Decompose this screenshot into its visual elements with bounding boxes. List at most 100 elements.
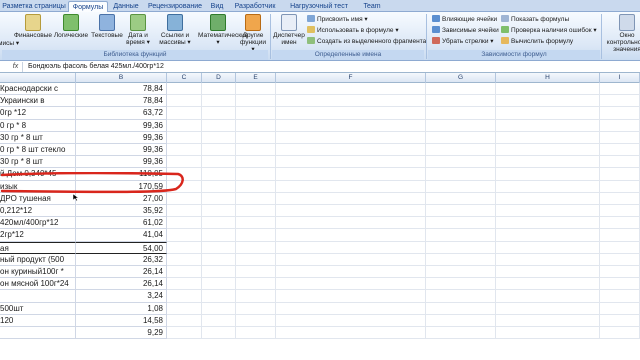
empty-cell[interactable]: [236, 95, 276, 108]
empty-cell[interactable]: [167, 180, 202, 193]
empty-cell[interactable]: [426, 302, 496, 315]
empty-cell[interactable]: [236, 119, 276, 132]
empty-cell[interactable]: [236, 107, 276, 120]
column-header-a[interactable]: [0, 73, 76, 83]
empty-cell[interactable]: [600, 290, 640, 303]
empty-cell[interactable]: [167, 327, 202, 340]
cell-b[interactable]: 26,32: [76, 253, 167, 266]
cell-b[interactable]: 1,08: [76, 302, 167, 315]
empty-cell[interactable]: [496, 192, 600, 205]
empty-cell[interactable]: [276, 83, 426, 96]
lookup-button[interactable]: Ссылки и массивы ▾: [152, 14, 198, 46]
math-button[interactable]: Математические ▾: [198, 14, 248, 46]
cell-a[interactable]: [0, 327, 76, 340]
empty-cell[interactable]: [426, 107, 496, 120]
empty-cell[interactable]: [276, 180, 426, 193]
empty-cell[interactable]: [426, 229, 496, 242]
column-header-b[interactable]: B: [76, 73, 167, 83]
empty-cell[interactable]: [167, 229, 202, 242]
empty-cell[interactable]: [236, 83, 276, 96]
empty-cell[interactable]: [600, 253, 640, 266]
empty-cell[interactable]: [236, 327, 276, 340]
empty-cell[interactable]: [167, 144, 202, 157]
empty-cell[interactable]: [496, 266, 600, 279]
cell-b[interactable]: 9,29: [76, 327, 167, 340]
cell-a[interactable]: 0 гр * 8 шт стекло: [0, 144, 76, 157]
empty-cell[interactable]: [167, 314, 202, 327]
empty-cell[interactable]: [600, 131, 640, 144]
empty-cell[interactable]: [426, 180, 496, 193]
empty-cell[interactable]: [276, 290, 426, 303]
empty-cell[interactable]: [276, 327, 426, 340]
empty-cell[interactable]: [426, 253, 496, 266]
empty-cell[interactable]: [167, 253, 202, 266]
cell-b[interactable]: 41,04: [76, 229, 167, 242]
empty-cell[interactable]: [167, 266, 202, 279]
empty-cell[interactable]: [276, 229, 426, 242]
empty-cell[interactable]: [426, 95, 496, 108]
empty-cell[interactable]: [276, 217, 426, 230]
error-check-button[interactable]: Проверка наличия ошибок ▾: [501, 26, 597, 36]
tab-formulas[interactable]: Формулы: [68, 1, 108, 12]
evaluate-formula-button[interactable]: Вычислить формулу: [501, 37, 573, 47]
empty-cell[interactable]: [202, 168, 236, 181]
empty-cell[interactable]: [202, 144, 236, 157]
empty-cell[interactable]: [202, 95, 236, 108]
empty-cell[interactable]: [496, 131, 600, 144]
empty-cell[interactable]: [236, 241, 276, 254]
empty-cell[interactable]: [202, 83, 236, 96]
column-header-e[interactable]: E: [236, 73, 276, 83]
empty-cell[interactable]: [276, 107, 426, 120]
empty-cell[interactable]: [426, 144, 496, 157]
empty-cell[interactable]: [426, 278, 496, 291]
cell-a[interactable]: 0 гр * 8: [0, 119, 76, 132]
column-header-d[interactable]: D: [202, 73, 236, 83]
empty-cell[interactable]: [202, 290, 236, 303]
name-manager-button[interactable]: Диспетчер имен: [272, 14, 306, 46]
empty-cell[interactable]: [496, 180, 600, 193]
cell-b[interactable]: 110,05: [76, 168, 167, 181]
tab-view[interactable]: Вид: [206, 1, 228, 12]
column-header-f[interactable]: F: [276, 73, 426, 83]
empty-cell[interactable]: [167, 83, 202, 96]
cell-b[interactable]: 99,36: [76, 144, 167, 157]
empty-cell[interactable]: [202, 119, 236, 132]
trace-dependents-button[interactable]: Зависимые ячейки: [432, 26, 499, 36]
empty-cell[interactable]: [600, 205, 640, 218]
empty-cell[interactable]: [202, 278, 236, 291]
empty-cell[interactable]: [167, 217, 202, 230]
cell-a[interactable]: 30 гр * 8 шт: [0, 156, 76, 169]
empty-cell[interactable]: [600, 266, 640, 279]
empty-cell[interactable]: [236, 205, 276, 218]
column-header-c[interactable]: C: [167, 73, 202, 83]
watch-window-button[interactable]: Окно контрольного значения: [603, 14, 640, 53]
text-button[interactable]: Текстовые: [90, 14, 124, 39]
worksheet-grid[interactable]: Краснодарски с 78,84 Украински в 78,84 0гр *…: [0, 83, 640, 360]
empty-cell[interactable]: [276, 278, 426, 291]
empty-cell[interactable]: [600, 241, 640, 254]
empty-cell[interactable]: [426, 314, 496, 327]
empty-cell[interactable]: [236, 156, 276, 169]
empty-cell[interactable]: [496, 205, 600, 218]
tab-page-layout[interactable]: Разметка страницы: [0, 1, 68, 12]
empty-cell[interactable]: [276, 168, 426, 181]
empty-cell[interactable]: [276, 253, 426, 266]
empty-cell[interactable]: [496, 302, 600, 315]
empty-cell[interactable]: [202, 205, 236, 218]
cell-b[interactable]: 27,00: [76, 192, 167, 205]
empty-cell[interactable]: [600, 95, 640, 108]
cell-a[interactable]: 420мл/400гр*12: [0, 217, 76, 230]
empty-cell[interactable]: [236, 314, 276, 327]
empty-cell[interactable]: [600, 217, 640, 230]
empty-cell[interactable]: [276, 119, 426, 132]
cell-b[interactable]: 78,84: [76, 95, 167, 108]
empty-cell[interactable]: [236, 253, 276, 266]
empty-cell[interactable]: [167, 278, 202, 291]
cell-a[interactable]: Украински в: [0, 95, 76, 108]
left-cut-label[interactable]: мисы ▾: [0, 39, 19, 49]
empty-cell[interactable]: [496, 229, 600, 242]
empty-cell[interactable]: [276, 314, 426, 327]
empty-cell[interactable]: [426, 168, 496, 181]
empty-cell[interactable]: [167, 192, 202, 205]
empty-cell[interactable]: [276, 266, 426, 279]
